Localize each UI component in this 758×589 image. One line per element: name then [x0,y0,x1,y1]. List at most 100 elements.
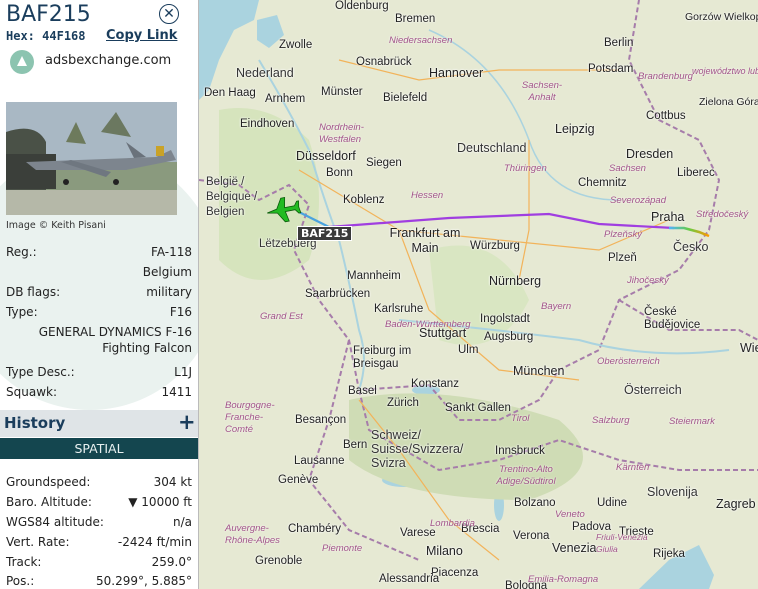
region-label: województwo lubuskie [692,66,758,76]
squawk-value: 1411 [161,385,192,399]
position-value: 50.299°, 5.885° [96,574,192,588]
city-label: Potsdam [588,63,634,75]
adsbexchange-logo-icon[interactable] [10,50,34,74]
region-label: Tirol [511,413,530,424]
country-label: Česko [673,240,709,254]
position-label: Pos.: [6,574,35,588]
city-label: Ingolstadt [480,313,530,325]
typedesc-row: Type Desc.: L1J [6,365,192,383]
city-label: Cottbus [646,110,686,122]
city-label: Praha [651,210,685,224]
city-label: Genève [278,474,319,486]
hex-label: Hex: [6,29,35,43]
aircraft-map-label[interactable]: BAF215 [297,226,353,241]
city-label: Udine [597,497,628,509]
city-label: Venezia [552,541,597,555]
type-full-line-2: Fighting Falcon [102,341,192,355]
city-label: Chemnitz [578,177,627,189]
city-label: Zagreb [716,497,756,511]
city-label: Koblenz [343,194,385,206]
vert-rate-label: Vert. Rate: [6,535,70,549]
wgs84-altitude-label: WGS84 altitude: [6,515,104,529]
type-value: F16 [169,305,192,319]
city-label: Nürnberg [489,274,542,288]
callsign-title: BAF215 [6,2,91,27]
hex-code: 44F168 [42,29,86,43]
city-label: Dresden [626,147,674,161]
region-label: Středočeský [696,209,749,220]
groundspeed-label: Groundspeed: [6,475,91,489]
history-section-header[interactable]: History + [0,410,198,437]
reg-row: Reg.: FA-118 [6,245,192,263]
position-row: Pos.: 50.299°, 5.885° [6,574,192,589]
track-label: Track: [6,555,42,569]
city-label: Gorzów Wielkopolski [685,11,758,23]
region-label: Severozápad [610,195,666,206]
region-label: Bourgogne-Franche-Comté [225,400,275,435]
city-label: Bolzano [514,497,556,509]
aircraft-photo[interactable] [6,102,177,215]
city-label: Konstanz [411,378,459,390]
region-label: Niedersachsen [389,35,453,46]
city-label: Besançon [295,414,347,426]
map-view[interactable]: Oldenburg Bremen Gorzów Wielkopolski Zwo… [199,0,758,589]
region-label: Bayern [541,301,572,312]
city-label: Eindhoven [240,118,295,130]
city-label: Bielefeld [383,92,428,104]
track-row: Track: 259.0° [6,555,192,573]
city-label: Düsseldorf [296,149,356,163]
region-label: Kärnten [616,462,650,473]
type-label: Type: [6,305,38,319]
vert-rate-value: -2424 ft/min [117,535,192,549]
region-label: Salzburg [592,415,630,426]
city-label: Karlsruhe [374,303,424,315]
copy-link[interactable]: Copy Link [106,28,177,43]
site-link[interactable]: adsbexchange.com [45,53,171,68]
region-label: Lombardia [430,518,475,529]
region-label: Nordrhein-Westfalen [319,122,364,145]
city-label: Ulm [458,344,479,356]
city-label: Chambéry [288,523,342,535]
city-label: Hannover [429,66,484,80]
dbflags-row: DB flags: military [6,285,192,303]
city-label: Bremen [395,13,436,25]
city-label: Zürich [387,397,419,409]
reg-value: FA-118 [151,245,192,259]
city-label: Lausanne [294,455,345,467]
country-label: Slovenija [647,485,698,499]
city-label: Oldenburg [335,0,389,12]
region-label: Steiermark [669,416,715,427]
city-label: Freiburg im Breisgau [353,345,412,370]
city-label: Milano [426,544,463,558]
region-label: Sachsen-Anhalt [521,80,563,103]
region-label: Baden-Württemberg [385,319,471,330]
groundspeed-row: Groundspeed: 304 kt [6,475,192,493]
region-label: Piemonte [322,543,363,554]
city-label: Basel [348,385,377,397]
image-credit: Image © Keith Pisani [6,220,106,231]
typedesc-label: Type Desc.: [6,365,75,379]
city-label: České Budějovice [644,306,701,331]
country-label: België / Belgique / Belgien [206,176,258,218]
region-label: Grand Est [260,311,303,322]
region-label: Veneto [555,509,585,520]
dbflags-value: military [146,285,192,299]
type-full-line-1: GENERAL DYNAMICS F-16 [38,325,192,339]
expand-plus-icon[interactable]: + [178,410,196,434]
wgs84-altitude-row: WGS84 altitude: n/a [6,515,192,533]
vert-rate-row: Vert. Rate: -2424 ft/min [6,535,192,553]
dbflags-label: DB flags: [6,285,61,299]
close-icon[interactable]: ✕ [159,4,179,24]
history-title: History [4,414,66,432]
country-value: Belgium [142,265,192,279]
region-label: Trentino-Alto Adige/Südtirol [496,464,556,487]
region-label: Auvergne-Rhône-Alpes [225,523,280,546]
city-label: Frankfurt am Main [389,226,461,255]
region-label: Brandenburg [638,71,693,82]
spatial-section-header[interactable]: SPATIAL [0,438,198,459]
type-row: Type: F16 [6,305,192,323]
country-label: Deutschland [457,141,527,155]
baro-altitude-label: Baro. Altitude: [6,495,92,509]
region-label: Thüringen [504,163,547,174]
city-label: Sankt Gallen [445,402,511,414]
